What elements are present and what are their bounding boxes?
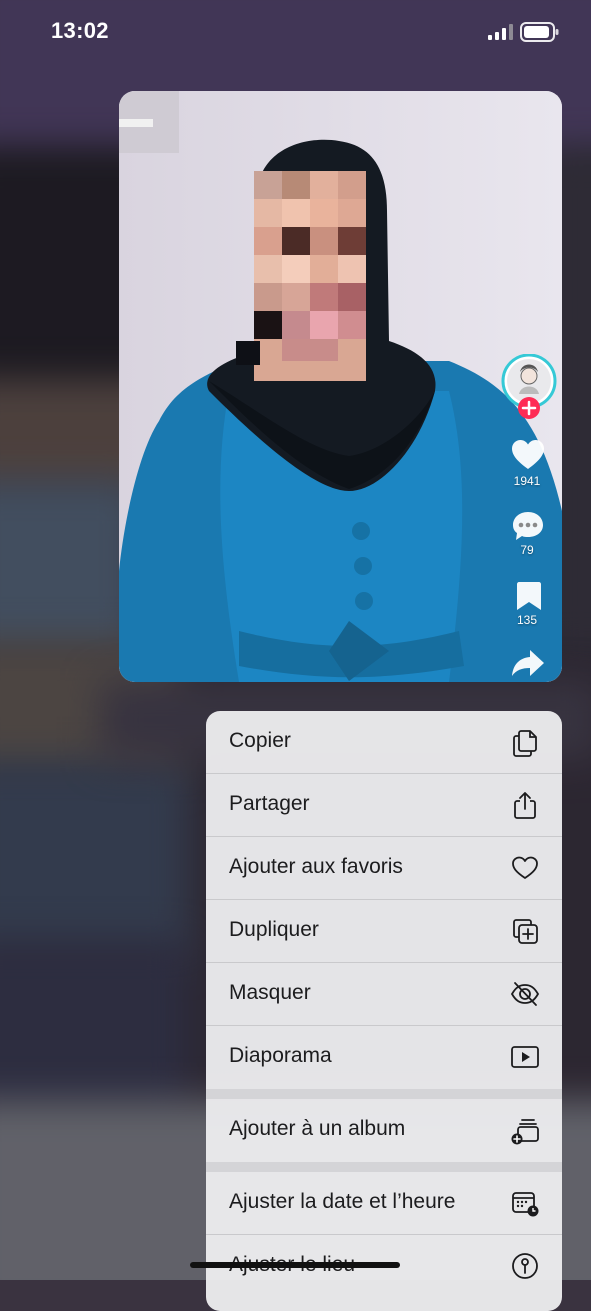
menu-item-label: Partager [229,792,310,815]
menu-item-favorite[interactable]: Ajouter aux favoris [206,837,562,900]
share-icon [514,792,536,819]
add-album-icon [511,1119,539,1145]
like-heart-icon[interactable] [511,439,545,471]
duplicate-icon [513,919,538,944]
follow-plus-icon[interactable] [517,396,541,420]
video-preview[interactable]: 1941 79 135 [119,91,562,682]
menu-item-hide[interactable]: Masquer [206,963,562,1026]
battery-icon [520,22,559,42]
menu-item-label: Dupliquer [229,918,319,941]
calendar-clock-icon [512,1192,539,1217]
comment-bubble-icon[interactable] [511,510,545,542]
menu-item-label: Diaporama [229,1044,332,1067]
eye-slash-icon [510,982,540,1006]
menu-item-duplicate[interactable]: Dupliquer [206,900,562,963]
status-bar: 13:02 [0,0,591,64]
menu-item-label: Copier [229,729,291,752]
comments-count: 79 [520,543,534,557]
menu-separator [206,1089,562,1099]
location-info-icon [512,1253,538,1279]
menu-item-copy[interactable]: Copier [206,711,562,774]
play-icon [511,1046,539,1068]
video-action-bar: 1941 79 135 [492,91,562,682]
share-arrow-icon[interactable] [511,648,545,678]
menu-item-add-to-album[interactable]: Ajouter à un album [206,1099,562,1162]
menu-item-adjust-date[interactable]: Ajuster la date et l’heure [206,1172,562,1235]
home-indicator[interactable] [190,1262,400,1268]
context-menu: Copier Partager Ajouter aux favoris Dupl… [206,711,562,1311]
bookmark-icon[interactable] [516,581,542,611]
likes-count: 1941 [513,474,541,488]
copy-icon [513,730,537,757]
cellular-signal-icon [488,24,513,40]
status-time: 13:02 [51,18,109,43]
menu-separator [206,1162,562,1172]
saves-count: 135 [516,613,538,627]
menu-item-label: Ajouter aux favoris [229,855,403,878]
menu-item-slideshow[interactable]: Diaporama [206,1026,562,1089]
menu-item-share[interactable]: Partager [206,774,562,837]
menu-item-label: Ajuster la date et l’heure [229,1190,456,1213]
menu-item-label: Ajouter à un album [229,1117,406,1140]
heart-icon [512,856,538,879]
menu-item-label: Masquer [229,981,311,1004]
